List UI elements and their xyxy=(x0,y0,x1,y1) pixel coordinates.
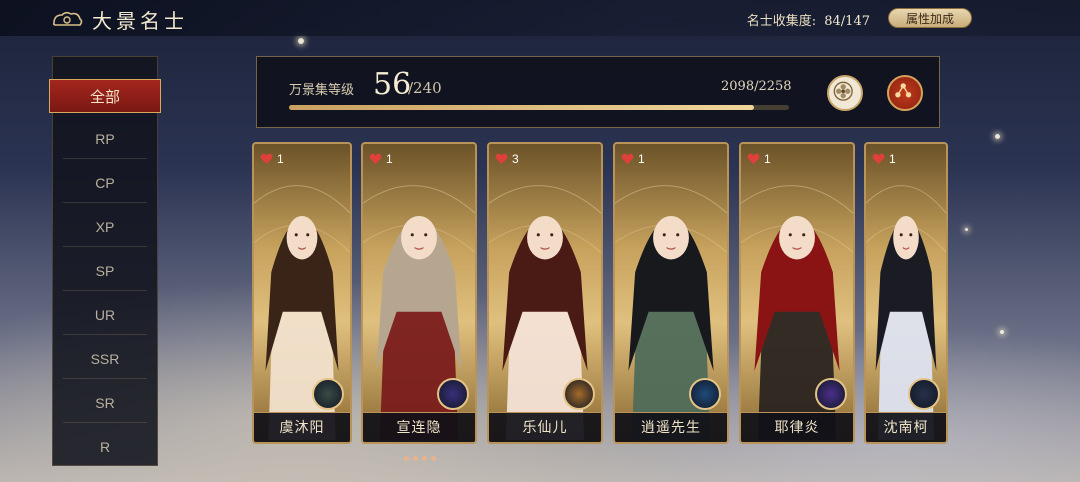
filter-ur[interactable]: UR xyxy=(63,295,147,335)
character-card[interactable]: 1 耶律炎 xyxy=(739,142,855,444)
top-bar: 大景名士 名士收集度: 84/147 属性加成 xyxy=(0,0,1080,36)
favor-count: 1 xyxy=(386,152,393,166)
collection-label: 名士收集度: xyxy=(746,14,817,29)
filter-sr[interactable]: SR xyxy=(63,383,147,423)
cloud-emblem-icon xyxy=(52,11,83,26)
character-name: 沈南柯 xyxy=(866,412,946,442)
sparkle xyxy=(1000,330,1004,334)
level-label: 万景集等级 xyxy=(289,83,355,98)
faction-emblem-icon xyxy=(908,378,940,410)
heart-icon xyxy=(260,153,273,164)
faction-emblem-icon xyxy=(689,378,721,410)
character-name: 耶律炎 xyxy=(741,412,853,442)
filter-sp[interactable]: SP xyxy=(63,251,147,291)
character-card[interactable]: 1 逍遥先生 xyxy=(613,142,729,444)
exp-progress-bar xyxy=(289,105,789,110)
favor-count: 1 xyxy=(638,152,645,166)
heart-icon xyxy=(872,153,885,164)
favor-badge: 1 xyxy=(369,152,393,166)
character-card[interactable]: 3 乐仙儿 xyxy=(487,142,603,444)
title-area: 大景名士 xyxy=(50,5,188,34)
exp-progress-fill xyxy=(289,105,754,110)
filter-r[interactable]: R xyxy=(63,427,147,467)
heart-icon xyxy=(495,153,508,164)
flower-reward-button[interactable] xyxy=(827,75,863,111)
character-card[interactable]: 1 虞沐阳 xyxy=(252,142,352,444)
filter-rp[interactable]: RP xyxy=(63,119,147,159)
favor-badge: 1 xyxy=(621,152,645,166)
share-icon xyxy=(895,83,912,98)
favor-badge: 1 xyxy=(260,152,284,166)
faction-emblem-icon xyxy=(312,378,344,410)
share-button[interactable] xyxy=(887,75,923,111)
favor-badge: 1 xyxy=(747,152,771,166)
faction-emblem-icon xyxy=(563,378,595,410)
collection-level-panel: 万景集等级 56 /240 2098/2258 xyxy=(256,56,940,128)
page-dot xyxy=(422,456,427,461)
page-dot xyxy=(404,456,409,461)
sparkle xyxy=(298,38,304,44)
collection-value: 84/147 xyxy=(824,14,870,29)
sparkle xyxy=(995,134,1000,139)
favor-badge: 1 xyxy=(872,152,896,166)
character-name: 乐仙儿 xyxy=(489,412,601,442)
heart-icon xyxy=(747,153,760,164)
faction-emblem-icon xyxy=(815,378,847,410)
filter-all[interactable]: 全部 xyxy=(49,79,161,113)
rarity-filter-sidebar: 全部 RP CP XP SP UR SSR SR R xyxy=(49,56,161,467)
collection-progress: 名士收集度: 84/147 xyxy=(747,10,870,29)
character-card[interactable]: 1 宣连隐 xyxy=(361,142,477,444)
faction-emblem-icon xyxy=(437,378,469,410)
character-name: 宣连隐 xyxy=(363,412,475,442)
favor-badge: 3 xyxy=(495,152,519,166)
level-value: 56 xyxy=(373,67,412,102)
favor-count: 1 xyxy=(764,152,771,166)
page-title: 大景名士 xyxy=(92,9,188,33)
level-max: /240 xyxy=(408,79,442,97)
exp-text: 2098/2258 xyxy=(721,79,792,94)
attribute-bonus-button[interactable]: 属性加成 xyxy=(888,8,972,28)
character-card[interactable]: 1 沈南柯 xyxy=(864,142,948,444)
filter-xp[interactable]: XP xyxy=(63,207,147,247)
flower-icon xyxy=(833,81,853,101)
filter-ssr[interactable]: SSR xyxy=(63,339,147,379)
filter-cp[interactable]: CP xyxy=(63,163,147,203)
sparkle xyxy=(965,228,968,231)
favor-count: 1 xyxy=(277,152,284,166)
favor-count: 1 xyxy=(889,152,896,166)
heart-icon xyxy=(369,153,382,164)
page-indicator xyxy=(404,456,436,461)
favor-count: 3 xyxy=(512,152,519,166)
page-dot xyxy=(431,456,436,461)
page-dot xyxy=(413,456,418,461)
heart-icon xyxy=(621,153,634,164)
character-name: 虞沐阳 xyxy=(254,412,350,442)
character-name: 逍遥先生 xyxy=(615,412,727,442)
